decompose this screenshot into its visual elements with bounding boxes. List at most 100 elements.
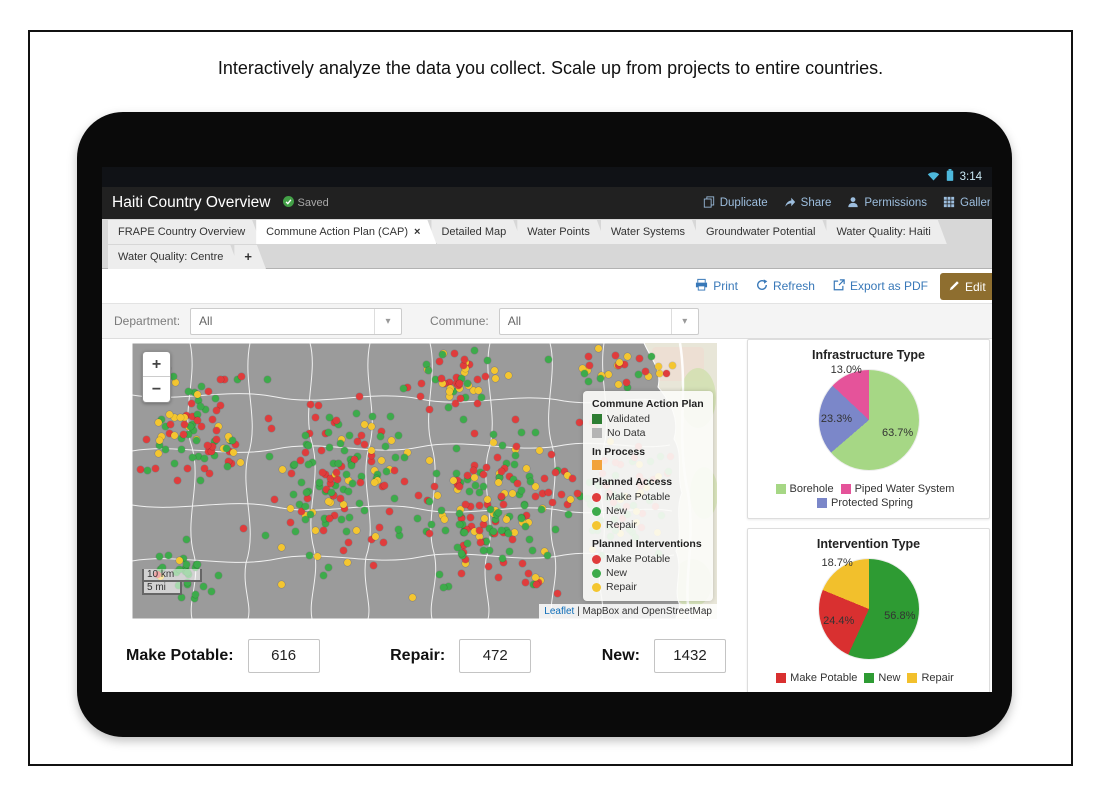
marker-new[interactable] [325,444,333,452]
tab-water-quality-centre[interactable]: Water Quality: Centre [108,245,239,269]
tab-water-points[interactable]: Water Points [517,220,606,244]
marker-make-potable[interactable] [623,378,631,386]
marker-make-potable[interactable] [315,402,323,410]
marker-new[interactable] [291,527,299,535]
marker-make-potable[interactable] [554,590,562,598]
marker-make-potable[interactable] [357,479,365,487]
marker-make-potable[interactable] [552,469,560,477]
marker-new[interactable] [498,555,506,563]
marker-make-potable[interactable] [213,406,221,414]
marker-repair[interactable] [471,473,479,481]
marker-new[interactable] [497,526,505,534]
marker-repair[interactable] [509,490,517,498]
marker-new[interactable] [480,482,488,490]
marker-repair[interactable] [277,543,285,551]
marker-make-potable[interactable] [287,519,295,527]
marker-make-potable[interactable] [208,415,216,423]
marker-repair[interactable] [481,514,489,522]
permissions-button[interactable]: Permissions [847,196,927,211]
marker-new[interactable] [471,346,479,354]
marker-new[interactable] [319,571,327,579]
marker-repair[interactable] [566,495,574,503]
marker-repair[interactable] [483,495,491,503]
marker-repair[interactable] [523,464,531,472]
marker-new[interactable] [545,355,553,363]
marker-make-potable[interactable] [470,430,478,438]
marker-repair[interactable] [532,483,540,491]
marker-make-potable[interactable] [558,491,566,499]
marker-make-potable[interactable] [540,475,548,483]
marker-make-potable[interactable] [514,479,522,487]
marker-new[interactable] [463,539,471,547]
marker-make-potable[interactable] [494,574,502,582]
marker-new[interactable] [580,370,588,378]
marker-repair[interactable] [474,386,482,394]
marker-repair[interactable] [387,436,395,444]
marker-make-potable[interactable] [485,562,493,570]
marker-new[interactable] [518,514,526,522]
marker-new[interactable] [189,454,197,462]
marker-new[interactable] [376,433,384,441]
marker-make-potable[interactable] [425,406,433,414]
marker-new[interactable] [426,497,434,505]
marker-new[interactable] [424,366,432,374]
marker-make-potable[interactable] [174,477,182,485]
marker-new[interactable] [340,447,348,455]
marker-make-potable[interactable] [500,501,508,509]
marker-new[interactable] [369,412,377,420]
marker-make-potable[interactable] [476,501,484,509]
marker-new[interactable] [537,505,545,513]
marker-make-potable[interactable] [586,361,594,369]
marker-repair[interactable] [155,419,163,427]
marker-new[interactable] [477,393,485,401]
marker-new[interactable] [444,403,452,411]
marker-make-potable[interactable] [240,525,248,533]
marker-make-potable[interactable] [369,562,377,570]
marker-repair[interactable] [615,381,623,389]
marker-new[interactable] [435,570,443,578]
marker-new[interactable] [342,470,350,478]
export-pdf-button[interactable]: Export as PDF [833,278,928,294]
gallery-button[interactable]: Gallery [943,196,990,211]
marker-new[interactable] [178,445,186,453]
marker-new[interactable] [263,375,271,383]
marker-new[interactable] [521,501,529,509]
marker-make-potable[interactable] [184,464,192,472]
marker-new[interactable] [395,432,403,440]
marker-new[interactable] [352,410,360,418]
marker-make-potable[interactable] [476,538,484,546]
marker-repair[interactable] [372,533,380,541]
marker-repair[interactable] [624,353,632,361]
marker-new[interactable] [289,491,297,499]
marker-new[interactable] [511,461,519,469]
marker-new[interactable] [337,515,345,523]
marker-new[interactable] [439,350,447,358]
map-widget[interactable]: + − Commune Action Plan Validated No Data I… [132,343,717,619]
marker-new[interactable] [224,462,232,470]
marker-repair[interactable] [154,450,162,458]
commune-select[interactable]: All [498,307,699,335]
edit-button[interactable]: Edit [940,273,992,300]
marker-repair[interactable] [505,371,513,379]
tab-groundwater-potential[interactable]: Groundwater Potential [696,220,831,244]
marker-new[interactable] [427,520,435,528]
marker-make-potable[interactable] [166,420,174,428]
marker-make-potable[interactable] [212,427,220,435]
marker-make-potable[interactable] [549,499,557,507]
marker-new[interactable] [455,509,463,517]
marker-make-potable[interactable] [450,350,458,358]
marker-make-potable[interactable] [456,395,464,403]
marker-make-potable[interactable] [355,393,363,401]
marker-new[interactable] [355,500,363,508]
marker-make-potable[interactable] [482,372,490,380]
marker-make-potable[interactable] [296,456,304,464]
marker-make-potable[interactable] [203,441,211,449]
marker-repair[interactable] [286,505,294,513]
marker-new[interactable] [399,384,407,392]
marker-new[interactable] [383,468,391,476]
marker-new[interactable] [261,531,269,539]
marker-new[interactable] [382,443,390,451]
marker-new[interactable] [345,487,353,495]
marker-make-potable[interactable] [188,399,196,407]
marker-repair[interactable] [502,515,510,523]
